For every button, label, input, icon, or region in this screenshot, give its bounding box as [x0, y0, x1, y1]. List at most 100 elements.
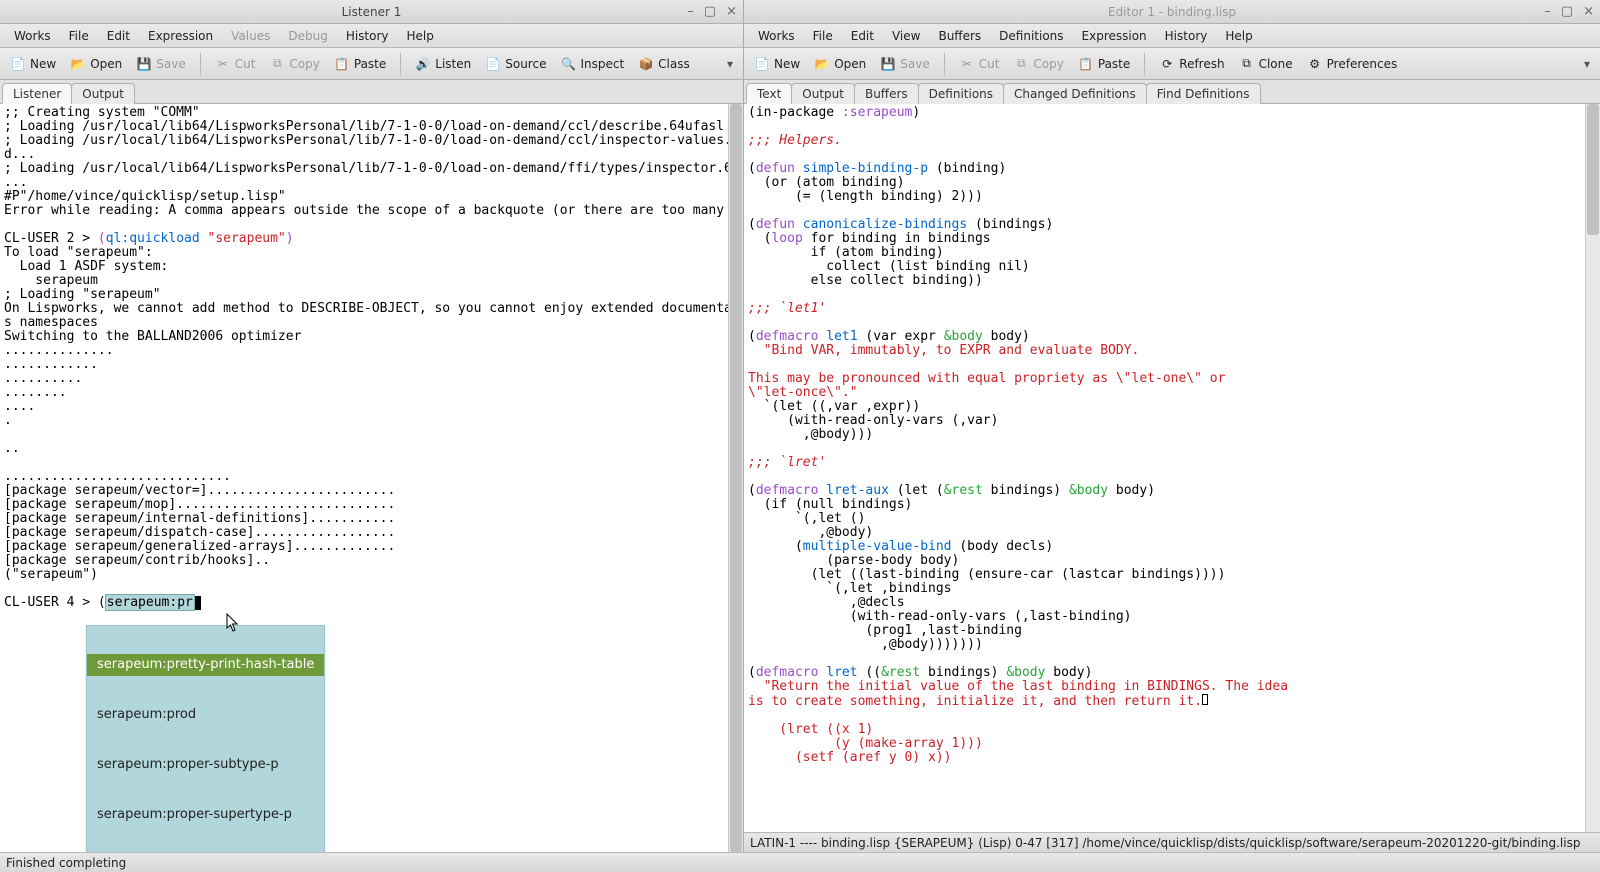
editor-statusbar: LATIN-1 ---- binding.lisp {SERAPEUM} (Li… [744, 832, 1600, 852]
open-icon: 📂 [814, 56, 830, 72]
close-icon[interactable]: × [726, 4, 737, 19]
menu-help[interactable]: Help [399, 27, 442, 45]
editor-menubar: Works File Edit View Buffers Definitions… [744, 24, 1600, 48]
menu-help[interactable]: Help [1217, 27, 1260, 45]
listener-titlebar[interactable]: Listener 1 – ▢ × [0, 0, 743, 24]
paste-icon: 📋 [334, 56, 350, 72]
menu-edit[interactable]: Edit [99, 27, 138, 45]
menu-works[interactable]: Works [750, 27, 803, 45]
listener-repl[interactable]: ;; Creating system "COMM" ; Loading /usr… [0, 104, 728, 852]
tab-output[interactable]: Output [791, 83, 855, 104]
tab-find-definitions[interactable]: Find Definitions [1146, 83, 1261, 104]
editor-window: Editor 1 - binding.lisp – ▢ × Works File… [744, 0, 1600, 852]
toolbar-separator [400, 53, 401, 75]
menu-expression[interactable]: Expression [140, 27, 221, 45]
menu-edit[interactable]: Edit [843, 27, 882, 45]
editor-titlebar[interactable]: Editor 1 - binding.lisp – ▢ × [744, 0, 1600, 24]
new-button[interactable]: 📄New [748, 53, 806, 75]
open-button[interactable]: 📂Open [64, 53, 128, 75]
editor-caret [1202, 694, 1208, 705]
completion-popup: serapeum:pretty-print-hash-table serapeu… [86, 625, 325, 852]
editor-tabbar: Text Output Buffers Definitions Changed … [744, 80, 1600, 104]
clone-button[interactable]: ⧉Clone [1233, 53, 1299, 75]
completion-item[interactable]: serapeum:proper-supertype-p [87, 804, 324, 826]
toolbar-overflow-icon[interactable]: ▾ [1578, 57, 1596, 71]
typed-symbol: serapeum:pr [106, 595, 194, 610]
class-icon: 📦 [638, 56, 654, 72]
completion-item[interactable]: serapeum:pretty-print-hash-table [87, 654, 324, 676]
editor-content: (in-package :serapeum) ;;; Helpers. (def… [744, 104, 1600, 832]
toolbar-overflow-icon[interactable]: ▾ [721, 57, 739, 71]
minimize-icon[interactable]: – [687, 4, 694, 19]
inspect-icon: 🔍 [560, 56, 576, 72]
menu-view[interactable]: View [884, 27, 928, 45]
tab-text[interactable]: Text [746, 83, 792, 104]
new-icon: 📄 [754, 56, 770, 72]
paste-button[interactable]: 📋Paste [328, 53, 392, 75]
save-button: 💾Save [874, 53, 935, 75]
menu-debug: Debug [280, 27, 335, 45]
listener-content: ;; Creating system "COMM" ; Loading /usr… [0, 104, 743, 852]
menu-definitions[interactable]: Definitions [991, 27, 1071, 45]
close-icon[interactable]: × [1583, 4, 1594, 19]
tab-output[interactable]: Output [71, 83, 135, 104]
listener-scrollbar[interactable] [728, 104, 743, 852]
maximize-icon[interactable]: ▢ [1561, 4, 1573, 19]
copy-button: ⧉Copy [263, 53, 325, 75]
new-button[interactable]: 📄New [4, 53, 62, 75]
listen-button[interactable]: 🔊Listen [409, 53, 477, 75]
editor-source[interactable]: (in-package :serapeum) ;;; Helpers. (def… [744, 104, 1585, 832]
new-icon: 📄 [10, 56, 26, 72]
inspect-button[interactable]: 🔍Inspect [554, 53, 630, 75]
source-icon: 📄 [485, 56, 501, 72]
paste-button[interactable]: 📋Paste [1072, 53, 1136, 75]
tab-listener[interactable]: Listener [2, 83, 72, 104]
toolbar-separator [944, 53, 945, 75]
listener-title: Listener 1 [342, 5, 402, 19]
copy-icon: ⧉ [1013, 56, 1029, 72]
source-button[interactable]: 📄Source [479, 53, 552, 75]
refresh-button[interactable]: ⟳Refresh [1153, 53, 1230, 75]
menu-expression[interactable]: Expression [1074, 27, 1155, 45]
menu-file[interactable]: File [805, 27, 841, 45]
toolbar-separator [200, 53, 201, 75]
menu-works[interactable]: Works [6, 27, 59, 45]
menu-history[interactable]: History [338, 27, 397, 45]
listener-tabbar: Listener Output [0, 80, 743, 104]
save-icon: 💾 [880, 56, 896, 72]
menu-values: Values [223, 27, 278, 45]
cut-button: ✂Cut [209, 53, 262, 75]
class-button[interactable]: 📦Class [632, 53, 696, 75]
menu-file[interactable]: File [61, 27, 97, 45]
copy-icon: ⧉ [269, 56, 285, 72]
listener-toolbar: 📄New 📂Open 💾Save ✂Cut ⧉Copy 📋Paste 🔊List… [0, 48, 743, 80]
menu-history[interactable]: History [1157, 27, 1216, 45]
editor-scrollbar[interactable] [1585, 104, 1600, 832]
preferences-button[interactable]: ⚙Preferences [1301, 53, 1404, 75]
save-button: 💾Save [130, 53, 191, 75]
open-button[interactable]: 📂Open [808, 53, 872, 75]
tab-definitions[interactable]: Definitions [918, 83, 1004, 104]
cut-icon: ✂ [959, 56, 975, 72]
editor-title: Editor 1 - binding.lisp [1108, 5, 1236, 19]
cut-button: ✂Cut [953, 53, 1006, 75]
save-icon: 💾 [136, 56, 152, 72]
listener-window: Listener 1 – ▢ × Works File Edit Express… [0, 0, 744, 852]
open-icon: 📂 [70, 56, 86, 72]
refresh-icon: ⟳ [1159, 56, 1175, 72]
cut-icon: ✂ [215, 56, 231, 72]
gear-icon: ⚙ [1307, 56, 1323, 72]
minimize-icon[interactable]: – [1544, 4, 1551, 19]
tab-changed-definitions[interactable]: Changed Definitions [1003, 83, 1147, 104]
maximize-icon[interactable]: ▢ [704, 4, 716, 19]
completion-item[interactable]: serapeum:proper-subtype-p [87, 754, 324, 776]
completion-item[interactable]: serapeum:prod [87, 704, 324, 726]
tab-buffers[interactable]: Buffers [854, 83, 919, 104]
menu-buffers[interactable]: Buffers [930, 27, 989, 45]
listen-icon: 🔊 [415, 56, 431, 72]
listener-menubar: Works File Edit Expression Values Debug … [0, 24, 743, 48]
paste-icon: 📋 [1078, 56, 1094, 72]
toolbar-separator [1144, 53, 1145, 75]
editor-toolbar: 📄New 📂Open 💾Save ✂Cut ⧉Copy 📋Paste ⟳Refr… [744, 48, 1600, 80]
text-caret [194, 596, 201, 610]
